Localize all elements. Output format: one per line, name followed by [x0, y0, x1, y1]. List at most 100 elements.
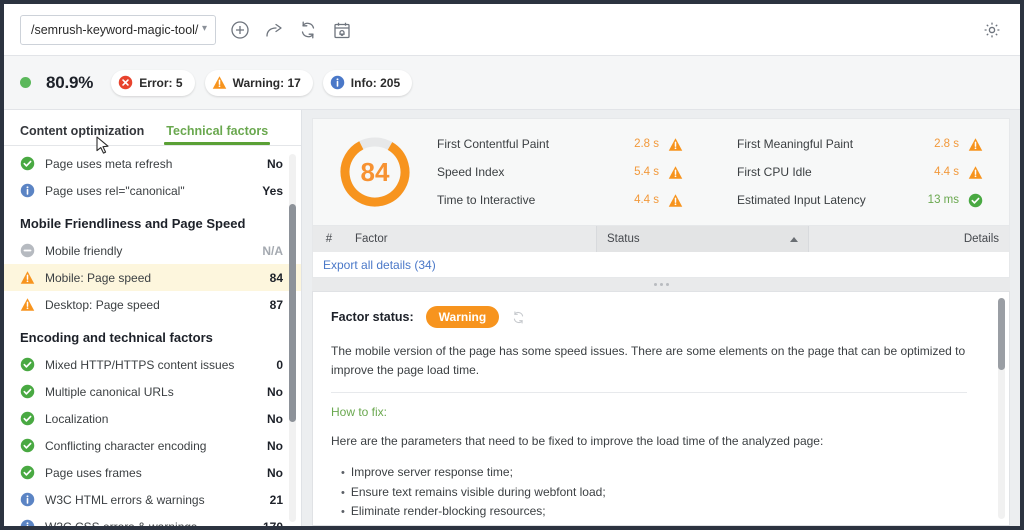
schedule-calendar-icon[interactable] [332, 20, 352, 40]
factor-label: Page uses frames [45, 466, 267, 480]
success-icon [20, 156, 35, 171]
warning-pill[interactable]: Warning: 17 [205, 70, 313, 96]
panel-resize-handle[interactable] [312, 278, 1010, 291]
tab-content-optimization[interactable]: Content optimization [20, 124, 144, 145]
factor-description: The mobile version of the page has some … [331, 342, 977, 379]
metric-row: First Meaningful Paint 2.8 s [737, 137, 983, 152]
drag-dot [660, 283, 663, 286]
factor-value: 0 [276, 358, 283, 372]
score-status-dot [20, 77, 31, 88]
factor-status-label: Factor status: [331, 310, 414, 324]
metric-row: Time to Interactive 4.4 s [437, 193, 737, 208]
sidebar-group-title: Mobile Friendliness and Page Speed [4, 204, 301, 237]
info-pill[interactable]: Info: 205 [323, 70, 412, 96]
metric-value: 5.4 s [615, 166, 659, 178]
factor-value: No [267, 157, 283, 171]
export-bar: Export all details (34) [312, 252, 1010, 278]
factor-row[interactable]: Page uses rel="canonical" Yes [4, 177, 301, 204]
sidebar-group-title: Encoding and technical factors [4, 318, 301, 351]
performance-card: 84 First Contentful Paint 2.8 s Speed In… [312, 118, 1010, 226]
metric-value: 13 ms [915, 194, 959, 206]
success-icon [20, 438, 35, 453]
success-icon [20, 411, 35, 426]
factor-label: Mobile: Page speed [45, 271, 270, 285]
warning-icon [968, 137, 983, 152]
refresh-icon[interactable] [298, 20, 318, 40]
factor-label: W3C CSS errors & warnings [45, 520, 263, 527]
url-select-value: /semrush-keyword-magic-tool/ [31, 23, 198, 37]
factor-label: W3C HTML errors & warnings [45, 493, 270, 507]
factor-row[interactable]: Conflicting character encoding No [4, 432, 301, 459]
warning-icon [668, 137, 683, 152]
sidebar-scrollbar-thumb[interactable] [289, 204, 296, 422]
metric-name: Estimated Input Latency [737, 193, 915, 207]
export-all-details-link[interactable]: Export all details (34) [323, 258, 436, 272]
factor-row[interactable]: W3C HTML errors & warnings 21 [4, 486, 301, 513]
page-speed-gauge: 84 [337, 134, 413, 210]
overall-score: 80.9% [46, 73, 93, 93]
factor-label: Conflicting character encoding [45, 439, 267, 453]
success-icon [968, 193, 983, 208]
factor-detail-panel: Factor status: Warning The mobile versio… [312, 291, 1010, 526]
add-circle-icon[interactable] [230, 20, 250, 40]
info-icon [20, 492, 35, 507]
metric-name: First CPU Idle [737, 165, 915, 179]
toolbar-actions [230, 20, 352, 40]
factor-row[interactable]: Page uses meta refresh No [4, 150, 301, 177]
factor-row[interactable]: Localization No [4, 405, 301, 432]
factor-value: No [267, 385, 283, 399]
share-icon[interactable] [264, 20, 284, 40]
metric-name: Speed Index [437, 165, 615, 179]
metric-value: 2.8 s [615, 138, 659, 150]
factor-label: Mobile friendly [45, 244, 262, 258]
refresh-icon[interactable] [511, 310, 526, 325]
factor-row[interactable]: W3C CSS errors & warnings 170 [4, 513, 301, 526]
metric-row: Estimated Input Latency 13 ms [737, 193, 983, 208]
tab-technical-factors[interactable]: Technical factors [166, 124, 268, 145]
column-header-number[interactable]: # [313, 226, 345, 252]
factor-row[interactable]: Desktop: Page speed 87 [4, 291, 301, 318]
error-pill[interactable]: Error: 5 [111, 70, 194, 96]
how-to-fix-title: How to fix: [331, 405, 989, 419]
success-icon [20, 384, 35, 399]
column-header-status[interactable]: Status [597, 226, 809, 252]
list-item: Serve static assets with an efficient ca… [341, 521, 989, 526]
factor-label: Multiple canonical URLs [45, 385, 267, 399]
how-to-fix-list: Improve server response time; Ensure tex… [331, 463, 989, 526]
main-panel: 84 First Contentful Paint 2.8 s Speed In… [302, 110, 1020, 526]
factor-value: No [267, 412, 283, 426]
metric-row: First Contentful Paint 2.8 s [437, 137, 737, 152]
warning-icon [968, 165, 983, 180]
column-header-details[interactable]: Details [809, 226, 1009, 252]
warning-icon [212, 75, 227, 90]
page-speed-score: 84 [337, 134, 413, 210]
factor-row-selected[interactable]: Mobile: Page speed 84 [4, 264, 301, 291]
list-item: Improve server response time; [341, 463, 989, 482]
gear-icon[interactable] [982, 20, 1002, 40]
list-item: Eliminate render-blocking resources; [341, 502, 989, 521]
metrics-column-right: First Meaningful Paint 2.8 s First CPU I… [737, 137, 983, 208]
factor-row[interactable]: Mixed HTTP/HTTPS content issues 0 [4, 351, 301, 378]
factor-row[interactable]: Mobile friendly N/A [4, 237, 301, 264]
divider [331, 392, 967, 393]
metric-value: 4.4 s [615, 194, 659, 206]
factor-value: 170 [263, 520, 283, 527]
warning-icon [668, 193, 683, 208]
column-header-factor[interactable]: Factor [345, 226, 597, 252]
metric-name: First Meaningful Paint [737, 137, 915, 151]
detail-scrollbar-thumb[interactable] [998, 298, 1005, 370]
factor-row[interactable]: Page uses frames No [4, 459, 301, 486]
factor-value: No [267, 439, 283, 453]
factor-label: Page uses rel="canonical" [45, 184, 262, 198]
url-select[interactable]: /semrush-keyword-magic-tool/ ▾ [20, 15, 216, 45]
success-icon [20, 465, 35, 480]
column-header-status-label: Status [607, 233, 640, 245]
disabled-icon [20, 243, 35, 258]
factor-status-row: Factor status: Warning [331, 306, 989, 328]
info-icon [20, 519, 35, 526]
app-window: /semrush-keyword-magic-tool/ ▾ 80.9% [4, 4, 1020, 526]
metric-value: 4.4 s [915, 166, 959, 178]
how-to-fix-intro: Here are the parameters that need to be … [331, 432, 989, 450]
factor-row[interactable]: Multiple canonical URLs No [4, 378, 301, 405]
sidebar: Content optimization Technical factors P… [4, 110, 302, 526]
